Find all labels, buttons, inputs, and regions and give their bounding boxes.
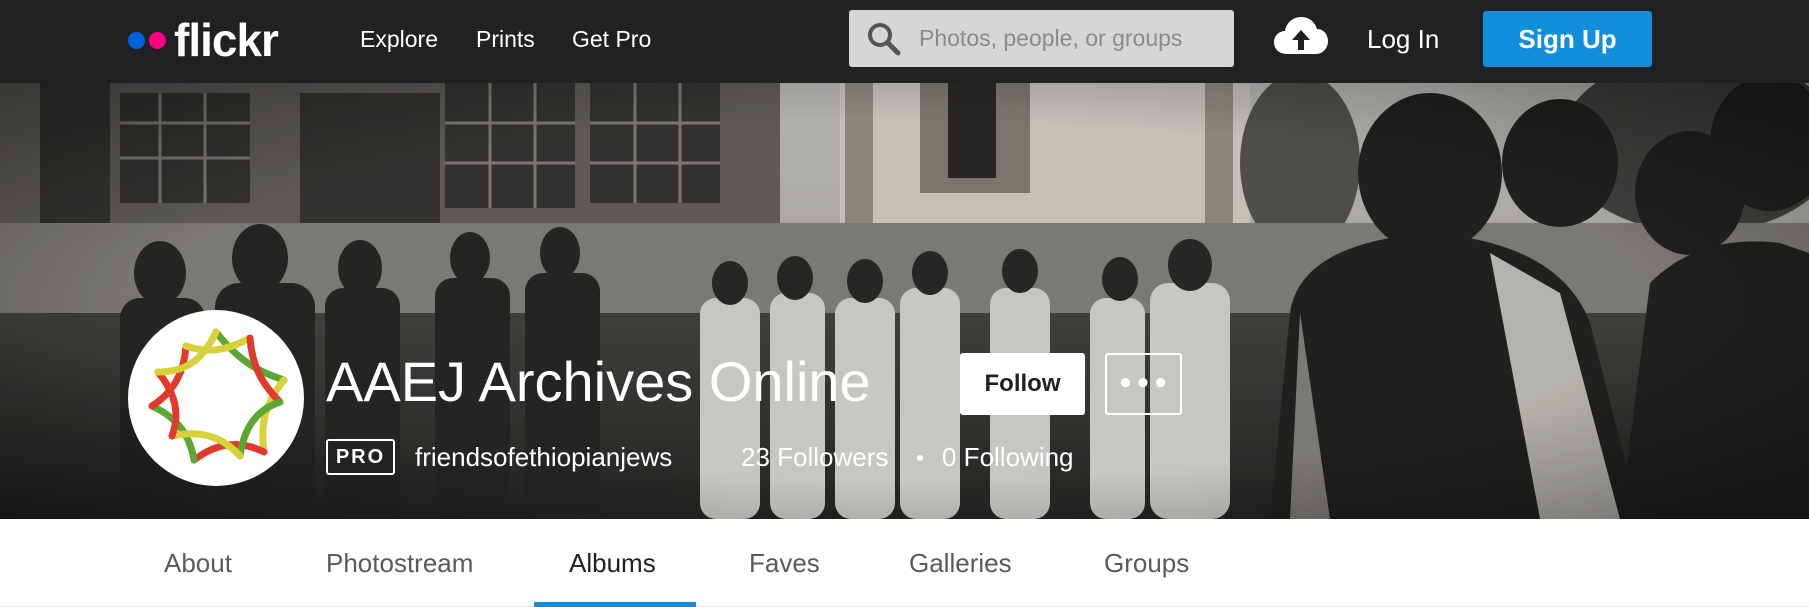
follow-button[interactable]: Follow bbox=[960, 353, 1085, 415]
logo-wordmark: flickr bbox=[174, 14, 279, 66]
username-label: friendsofethiopianjews bbox=[415, 442, 673, 472]
followers-link[interactable]: 23 Followers bbox=[741, 441, 888, 473]
signup-button[interactable]: Sign Up bbox=[1483, 11, 1652, 67]
search-icon[interactable] bbox=[867, 22, 901, 56]
star-of-david-logo-icon bbox=[148, 328, 288, 464]
cover-photo: AAEJ Archives Online Follow ••• PRO frie… bbox=[0, 83, 1809, 519]
profile-tabs: About Photostream Albums Faves Galleries… bbox=[0, 519, 1809, 607]
flickr-logo[interactable]: flickr bbox=[128, 14, 279, 66]
profile-title: AAEJ Archives Online bbox=[326, 350, 871, 413]
active-tab-indicator bbox=[534, 602, 696, 607]
pro-badge: PRO bbox=[326, 439, 395, 475]
tab-photostream[interactable]: Photostream bbox=[326, 546, 473, 580]
cloud-upload-icon[interactable] bbox=[1273, 16, 1329, 56]
nav-explore-link[interactable]: Explore bbox=[360, 24, 438, 54]
tab-galleries[interactable]: Galleries bbox=[909, 546, 1012, 580]
nav-prints-link[interactable]: Prints bbox=[476, 24, 535, 54]
search-input[interactable] bbox=[919, 25, 1219, 52]
nav-get-pro-link[interactable]: Get Pro bbox=[572, 24, 651, 54]
meta-separator-dot bbox=[917, 455, 923, 461]
tab-groups[interactable]: Groups bbox=[1104, 546, 1189, 580]
login-link[interactable]: Log In bbox=[1367, 22, 1439, 56]
profile-avatar[interactable] bbox=[128, 310, 304, 486]
tab-about[interactable]: About bbox=[164, 546, 232, 580]
search-box[interactable] bbox=[849, 10, 1234, 67]
logo-pink-dot bbox=[149, 31, 166, 49]
more-options-button[interactable]: ••• bbox=[1105, 353, 1182, 415]
tab-faves[interactable]: Faves bbox=[749, 546, 820, 580]
logo-blue-dot bbox=[128, 31, 145, 49]
following-link[interactable]: 0 Following bbox=[942, 441, 1074, 473]
top-navigation-bar: flickr Explore Prints Get Pro Log In Sig… bbox=[0, 0, 1809, 83]
tab-albums[interactable]: Albums bbox=[569, 546, 656, 580]
